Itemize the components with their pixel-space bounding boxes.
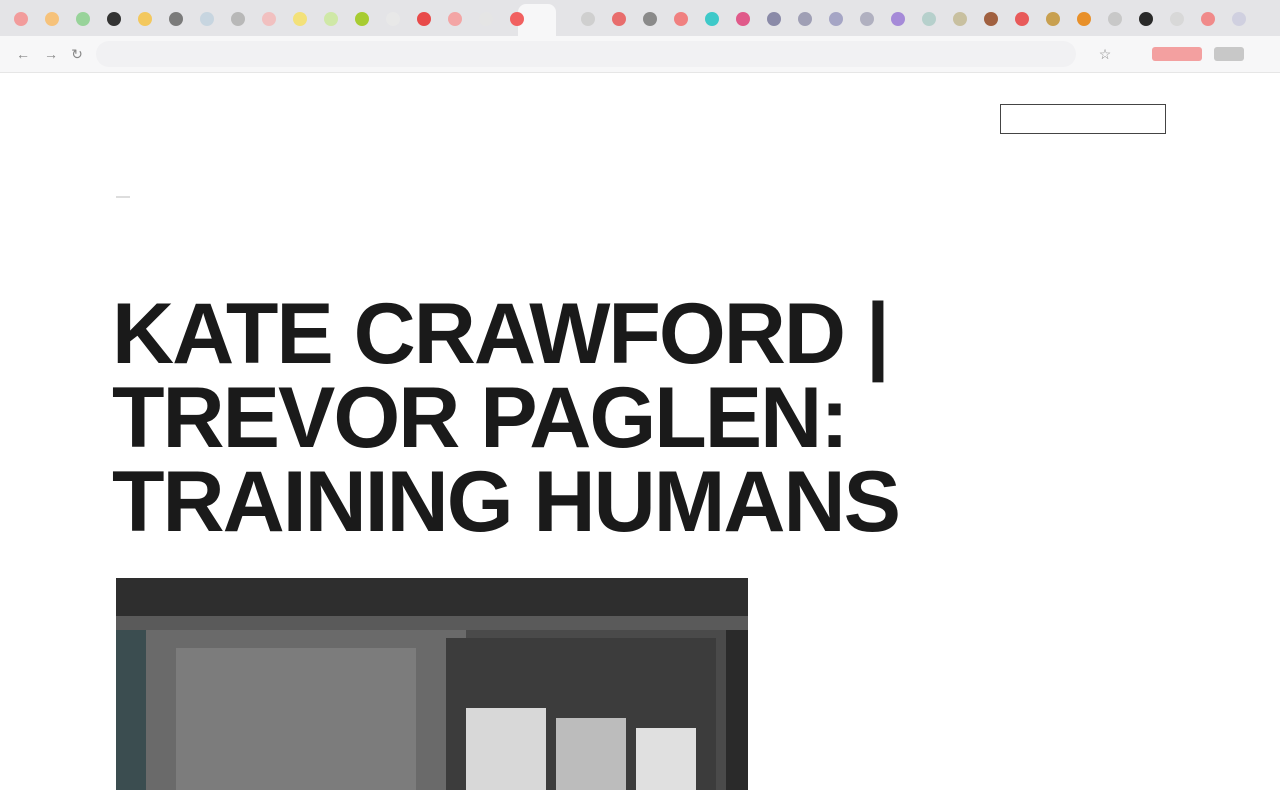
extension-icon[interactable] [1152, 47, 1202, 61]
tab-favicon-icon[interactable] [107, 12, 121, 26]
tab-favicon-icon[interactable] [324, 12, 338, 26]
tab-favicon-icon[interactable] [767, 12, 781, 26]
reload-icon[interactable]: ↻ [68, 45, 86, 63]
divider [116, 196, 130, 198]
tab-favicon-icon[interactable] [355, 12, 369, 26]
tab-favicon-icon[interactable] [798, 12, 812, 26]
browser-tab-strip [0, 0, 1280, 36]
tab-favicon-icon[interactable] [386, 12, 400, 26]
tab-favicon-icon[interactable] [138, 12, 152, 26]
article-title: KATE CRAWFORD | TREVOR PAGLEN: TRAINING … [112, 291, 1012, 545]
tab-favicon-icon[interactable] [1139, 12, 1153, 26]
tab-favicon-icon[interactable] [76, 12, 90, 26]
tab-favicon-icon[interactable] [736, 12, 750, 26]
tab-favicon-icon[interactable] [262, 12, 276, 26]
title-line: TRAINING HUMANS [112, 454, 901, 550]
tab-favicon-icon[interactable] [612, 12, 626, 26]
tab-favicon-icon[interactable] [417, 12, 431, 26]
site-header [0, 72, 1280, 162]
tab-favicon-icon[interactable] [829, 12, 843, 26]
back-icon[interactable]: ← [14, 45, 32, 63]
star-icon[interactable]: ☆ [1096, 45, 1114, 63]
hero-image [116, 578, 748, 790]
tab-favicon-icon[interactable] [860, 12, 874, 26]
tab-favicon-icon[interactable] [1232, 12, 1246, 26]
tab-favicon-icon[interactable] [643, 12, 657, 26]
profile-icon[interactable] [1214, 47, 1244, 61]
tab-favicon-icon[interactable] [1046, 12, 1060, 26]
tab-favicon-icon[interactable] [1077, 12, 1091, 26]
tab-favicon-icon[interactable] [200, 12, 214, 26]
tab-favicon-icon[interactable] [674, 12, 688, 26]
tab-favicon-icon[interactable] [1201, 12, 1215, 26]
tab-favicon-icon[interactable] [1170, 12, 1184, 26]
forward-icon[interactable]: → [42, 45, 60, 63]
tab-favicon-icon[interactable] [891, 12, 905, 26]
tab-favicon-icon[interactable] [45, 12, 59, 26]
tab-favicon-icon[interactable] [231, 12, 245, 26]
address-bar[interactable] [96, 41, 1076, 67]
tab-favicon-icon[interactable] [14, 12, 28, 26]
tab-favicon-icon[interactable] [448, 12, 462, 26]
tab-favicon-icon[interactable] [922, 12, 936, 26]
tab-favicon-icon[interactable] [705, 12, 719, 26]
title-line: KATE CRAWFORD | [112, 286, 890, 382]
title-line: TREVOR PAGLEN: [112, 370, 849, 466]
tab-favicon-icon[interactable] [581, 12, 595, 26]
tab-favicon-icon[interactable] [1108, 12, 1122, 26]
tab-favicon-icon[interactable] [479, 12, 493, 26]
tab-favicon-icon[interactable] [510, 12, 524, 26]
browser-toolbar: ← → ↻ ☆ [0, 36, 1280, 73]
tab-favicon-icon[interactable] [984, 12, 998, 26]
tab-favicon-icon[interactable] [953, 12, 967, 26]
tab-favicon-icon[interactable] [293, 12, 307, 26]
tab-favicon-icon[interactable] [169, 12, 183, 26]
tab-favicon-icon[interactable] [1015, 12, 1029, 26]
subscribe-button[interactable] [1000, 104, 1166, 134]
